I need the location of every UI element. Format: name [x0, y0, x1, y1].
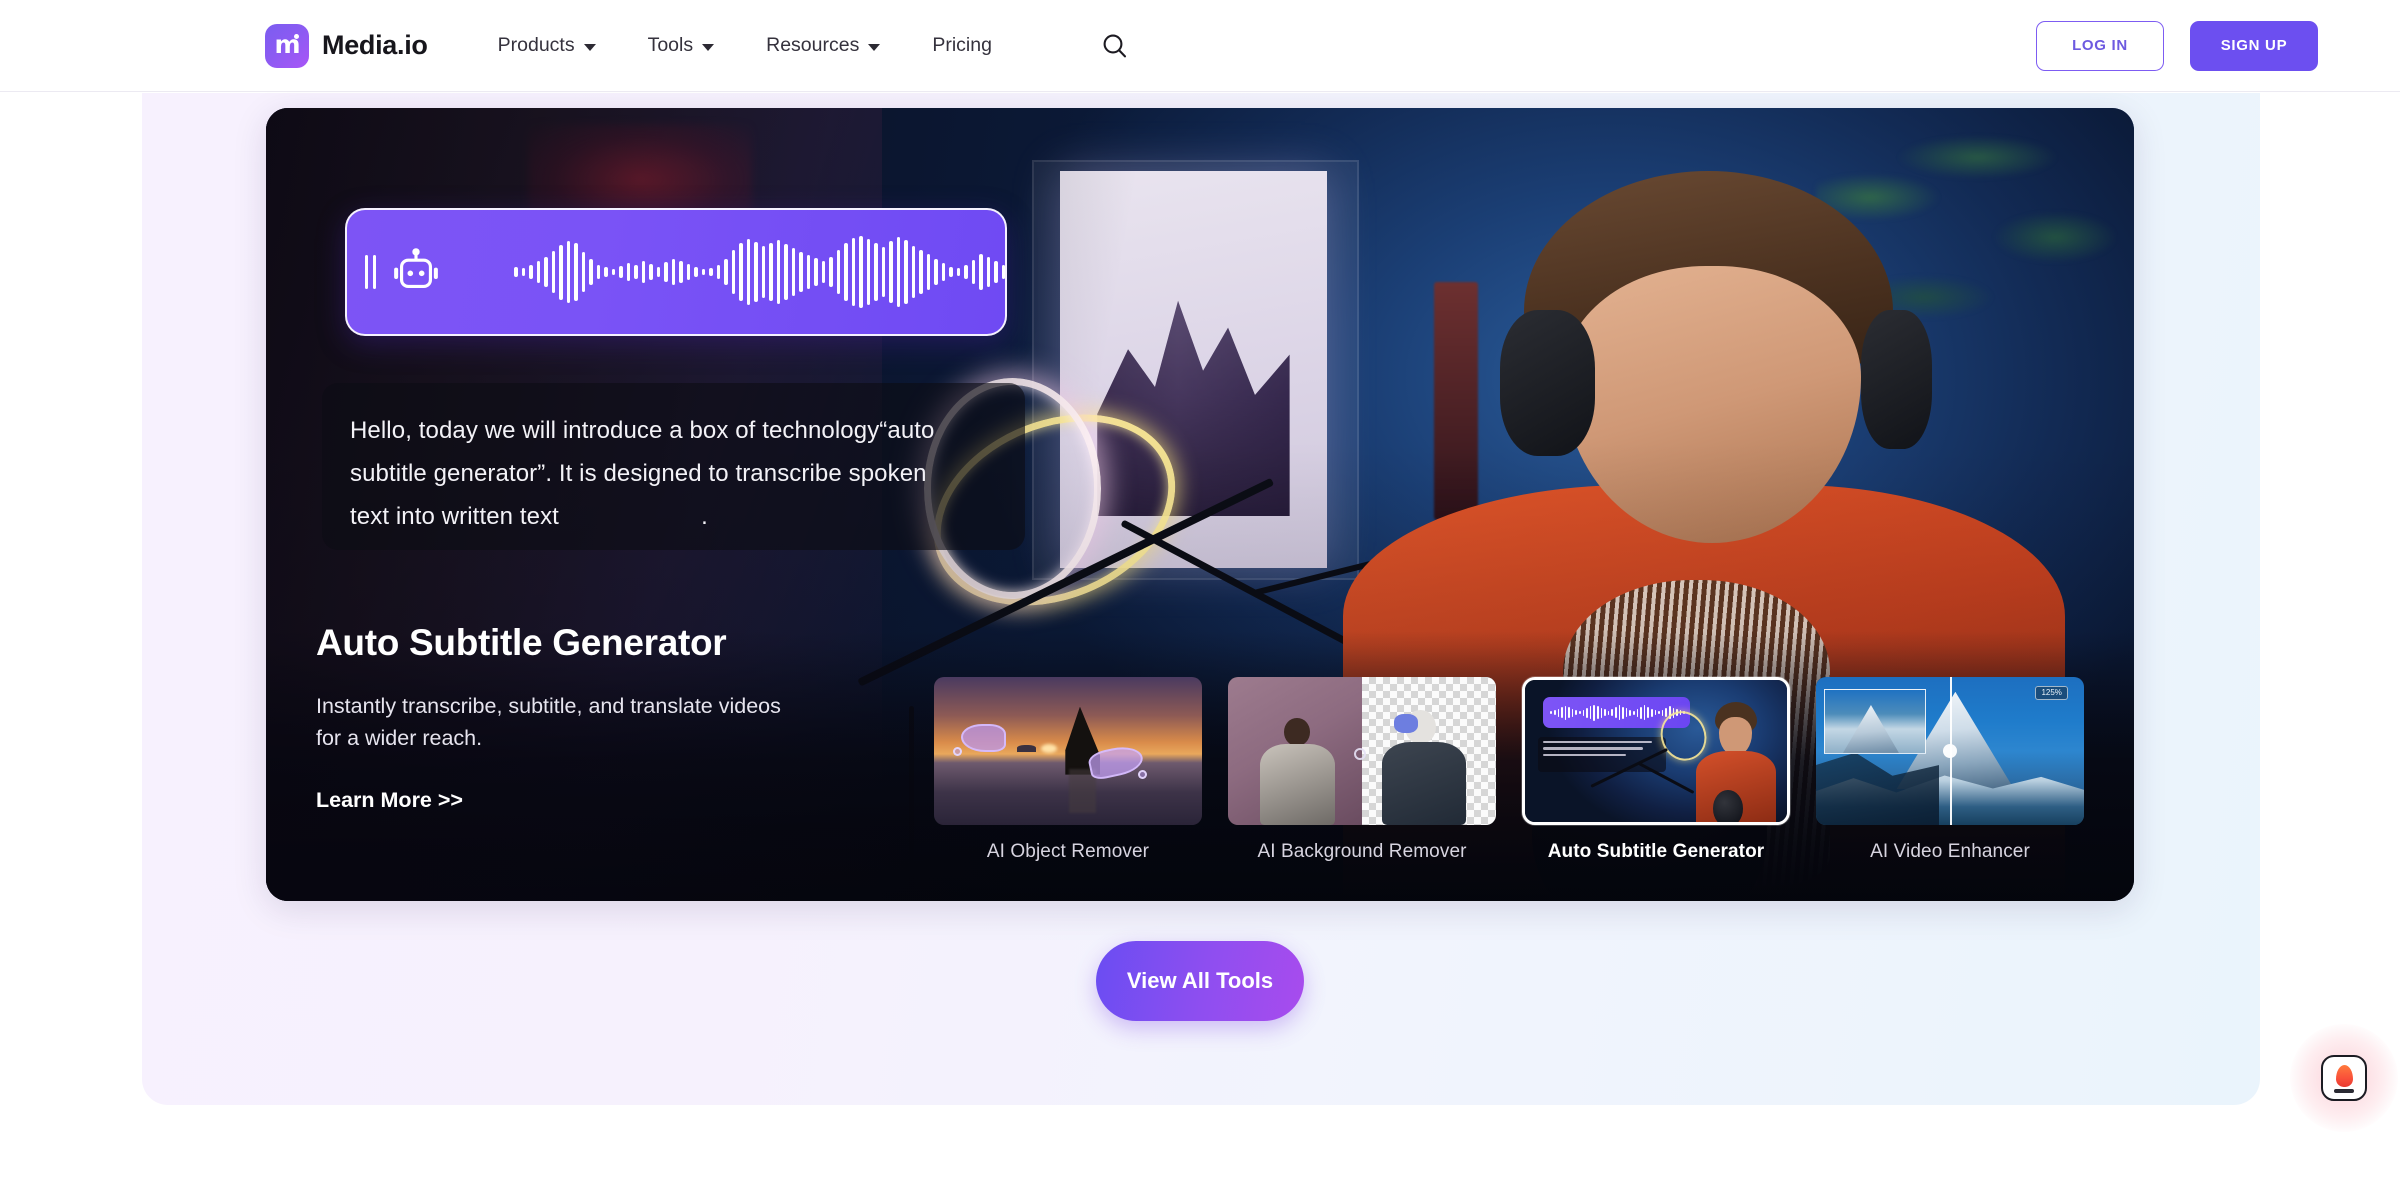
chip-base [2334, 1089, 2354, 1093]
subtitle-line-2: subtitle generator”. It is designed to t… [350, 460, 927, 487]
chevron-down-icon [868, 43, 881, 51]
thumbnail-image [1228, 677, 1496, 825]
thumbnail-caption: AI Object Remover [986, 841, 1150, 862]
nav-label: Products [497, 34, 575, 56]
thumbnail-image [1522, 677, 1790, 825]
thumbnail-ai-video-enhancer[interactable]: 125% AI Video Enhancer [1816, 677, 2084, 863]
audio-waveform-card [345, 208, 1007, 336]
flame-chip-icon [2321, 1055, 2367, 1101]
waveform-bars [514, 234, 1005, 310]
nav-item-resources[interactable]: Resources [766, 24, 881, 67]
nav-label: Tools [647, 34, 694, 56]
waveform-start-ticks [365, 255, 376, 289]
thumbnail-caption: Auto Subtitle Generator [1547, 841, 1765, 862]
thumbnail-auto-subtitle-generator[interactable]: Auto Subtitle Generator [1522, 677, 1790, 863]
hero-title: Auto Subtitle Generator [316, 622, 727, 663]
view-all-tools-button[interactable]: View All Tools [1096, 941, 1304, 1021]
brand-name: Media.io [322, 30, 428, 60]
chevron-down-icon [583, 43, 596, 51]
header-actions: LOG IN SIGN UP [2036, 20, 2318, 71]
zoom-level-badge: 125% [2035, 685, 2068, 700]
nav-item-tools[interactable]: Tools [648, 24, 715, 67]
nav-label: Pricing [932, 34, 992, 56]
zoom-inset-preview [1824, 688, 1926, 754]
floating-promo-widget[interactable] [2290, 1024, 2398, 1132]
signup-button[interactable]: SIGN UP [2190, 20, 2318, 71]
media-io-logo-icon: m [265, 23, 309, 68]
thumbnail-ai-background-remover[interactable]: AI Background Remover [1228, 677, 1496, 863]
login-button[interactable]: LOG IN [2036, 20, 2164, 71]
learn-more-link[interactable]: Learn More >> [316, 788, 463, 813]
hero-description: Instantly transcribe, subtitle, and tran… [316, 694, 781, 750]
robot-icon [394, 248, 438, 289]
brand-logo-link[interactable]: m Media.io [265, 23, 428, 68]
thumbnail-image: 125% [1816, 677, 2084, 825]
thumbnail-image [934, 677, 1202, 825]
chevron-down-icon [702, 43, 715, 51]
nav-item-products[interactable]: Products [498, 24, 596, 67]
thumbnail-caption: AI Video Enhancer [1870, 841, 2030, 862]
hero-copy-block: Auto Subtitle Generator Instantly transc… [316, 622, 1016, 813]
search-icon[interactable] [1098, 29, 1132, 63]
nav-item-pricing[interactable]: Pricing [932, 24, 992, 67]
flame-shape [2335, 1064, 2353, 1087]
thumbnail-ai-object-remover[interactable]: AI Object Remover [934, 677, 1202, 863]
nav-label: Resources [766, 34, 860, 56]
subtitle-preview-box: Hello, today we will introduce a box of … [322, 383, 1025, 550]
compare-slider-handle[interactable] [1943, 744, 1957, 758]
thumbnail-caption: AI Background Remover [1257, 841, 1467, 862]
subtitle-line-1: Hello, today we will introduce a box of … [350, 417, 935, 444]
subtitle-line-3: text into written text . [350, 503, 708, 530]
main-nav: Products Tools Resources Pricing [498, 24, 1132, 67]
tool-thumbnail-list: AI Object Remover AI Background Remover [934, 677, 2084, 863]
hero-showcase-card[interactable]: Hello, today we will introduce a box of … [266, 108, 2134, 901]
logo-dot [294, 33, 299, 39]
waveform-lead [365, 244, 444, 300]
site-header: m Media.io Products Tools Resources Pric… [0, 0, 2400, 92]
